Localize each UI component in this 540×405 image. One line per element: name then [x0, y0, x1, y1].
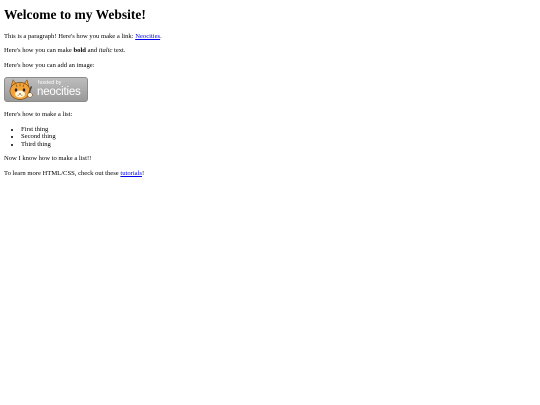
list-item: First thing: [21, 126, 536, 134]
learn-more-suffix: !: [142, 170, 145, 178]
neocities-cat-icon: [9, 78, 33, 100]
list-item: Second thing: [21, 133, 536, 141]
intro-suffix: .: [160, 32, 162, 40]
list-done-paragraph: Now I know how to make a list!!: [4, 155, 92, 163]
formatting-paragraph: Here's how you can make bold and italic …: [4, 47, 536, 55]
formatting-middle: and: [85, 47, 99, 55]
intro-paragraph: This is a paragraph! Here's how you make…: [4, 33, 536, 41]
bold-text: bold: [73, 47, 86, 55]
image-paragraph: Here's how you can add an image:: [4, 62, 95, 69]
formatting-suffix: text.: [112, 47, 126, 55]
italic-text: italic: [98, 47, 113, 55]
tutorials-link[interactable]: tutorials: [120, 170, 142, 177]
list-item: Third thing: [21, 141, 536, 149]
list-intro-paragraph: Here's how to make a list:: [4, 111, 73, 119]
intro-text: This is a paragraph! Here's how you make…: [4, 32, 136, 40]
badge-brand-text: neocities: [37, 85, 81, 98]
formatting-prefix: Here's how you can make: [4, 47, 74, 55]
hosted-by-neocities-badge[interactable]: hosted by neocities: [4, 76, 88, 102]
page-title: Welcome to my Website!: [4, 7, 146, 22]
neocities-link[interactable]: Neocities: [135, 33, 160, 40]
example-list: First thing Second thing Third thing: [4, 126, 536, 149]
learn-more-paragraph: To learn more HTML/CSS, check out these …: [4, 170, 536, 178]
learn-more-prefix: To learn more HTML/CSS, check out these: [4, 170, 121, 178]
